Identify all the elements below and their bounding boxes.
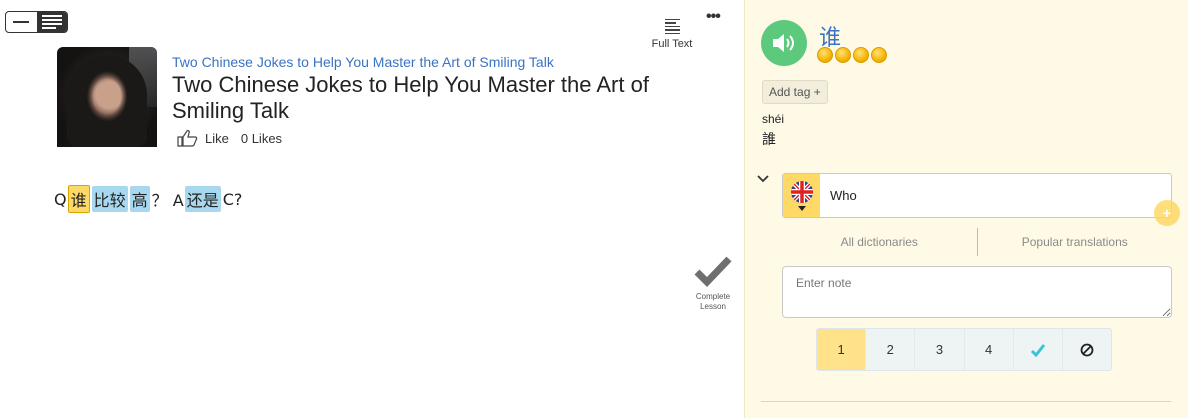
note-field[interactable] xyxy=(782,266,1172,318)
tab-all-dictionaries[interactable]: All dictionaries xyxy=(782,235,977,249)
ignore-icon xyxy=(1080,343,1094,356)
add-tag-button[interactable]: Add tag + xyxy=(762,80,828,104)
sentence-text: C? xyxy=(222,189,243,209)
checkmark-icon xyxy=(694,256,732,288)
divider xyxy=(761,401,1171,402)
full-text-label: Full Text xyxy=(651,38,693,50)
reader-pane: Full Text ••• Two Chinese Jokes to Help … xyxy=(0,0,744,418)
full-text-button[interactable]: Full Text xyxy=(645,7,699,50)
ignore-button[interactable] xyxy=(1063,329,1111,370)
word-token[interactable]: 还是 xyxy=(184,186,221,212)
traditional-form: 誰 xyxy=(762,132,776,148)
word-token-selected[interactable]: 谁 xyxy=(67,185,90,213)
like-label[interactable]: Like xyxy=(205,131,229,146)
level-2-button[interactable]: 2 xyxy=(866,329,916,370)
complete-lesson-label: Complete xyxy=(695,292,731,301)
lesson-collection-link[interactable]: Two Chinese Jokes to Help You Master the… xyxy=(172,54,554,70)
add-translation-button[interactable]: + xyxy=(1154,200,1180,226)
document-lines-icon xyxy=(664,18,680,34)
lines-icon xyxy=(41,15,62,29)
coin-icon xyxy=(853,47,869,63)
coin-icon xyxy=(817,47,833,63)
frequency-coins xyxy=(817,47,889,63)
pinyin: shéi xyxy=(762,112,785,126)
lines-view-button[interactable] xyxy=(36,12,67,32)
complete-lesson-button[interactable]: Complete Lesson xyxy=(690,255,736,312)
sentence-text: Q xyxy=(54,189,67,209)
uk-flag-icon xyxy=(790,180,813,203)
lesson-title: Two Chinese Jokes to Help You Master the… xyxy=(172,72,649,123)
coin-icon xyxy=(871,47,887,63)
sentence-text: ？ A xyxy=(151,191,184,210)
caret-down-icon xyxy=(797,205,806,211)
status-level-selector: 1 2 3 4 xyxy=(816,328,1112,371)
word-token[interactable]: 比较 xyxy=(91,186,128,212)
more-dots-icon[interactable]: ••• xyxy=(706,9,721,25)
speaker-icon xyxy=(773,34,794,52)
likes-row: Like 0 Likes xyxy=(177,129,282,147)
language-select[interactable] xyxy=(783,174,820,217)
play-audio-button[interactable] xyxy=(761,20,807,66)
translation-value[interactable]: Who xyxy=(820,174,1171,217)
word-panel: 谁 Add tag + shéi 誰 Who + All dictionarie… xyxy=(744,0,1188,418)
word-token[interactable]: 高 xyxy=(129,186,150,212)
dictionary-tabs: All dictionaries Popular translations xyxy=(782,228,1172,256)
view-mode-toggle xyxy=(5,11,68,33)
level-4-button[interactable]: 4 xyxy=(965,329,1014,370)
chevron-down-icon[interactable] xyxy=(757,173,769,185)
translation-row: Who xyxy=(782,173,1172,218)
complete-lesson-label: Lesson xyxy=(700,302,726,311)
check-icon xyxy=(1030,343,1045,357)
tab-popular-translations[interactable]: Popular translations xyxy=(978,235,1173,249)
single-line-view-button[interactable] xyxy=(6,12,37,32)
likes-count: 0 Likes xyxy=(240,130,283,146)
level-1-button[interactable]: 1 xyxy=(817,329,867,370)
coin-icon xyxy=(835,47,851,63)
level-3-button[interactable]: 3 xyxy=(915,329,965,370)
single-line-icon xyxy=(13,21,30,23)
thumbs-up-icon[interactable] xyxy=(177,129,199,147)
lesson-sentence: Q 谁 比较 高 ？ A 还是 C? xyxy=(54,185,242,213)
lesson-thumbnail[interactable] xyxy=(57,47,157,147)
known-button[interactable] xyxy=(1014,329,1063,370)
